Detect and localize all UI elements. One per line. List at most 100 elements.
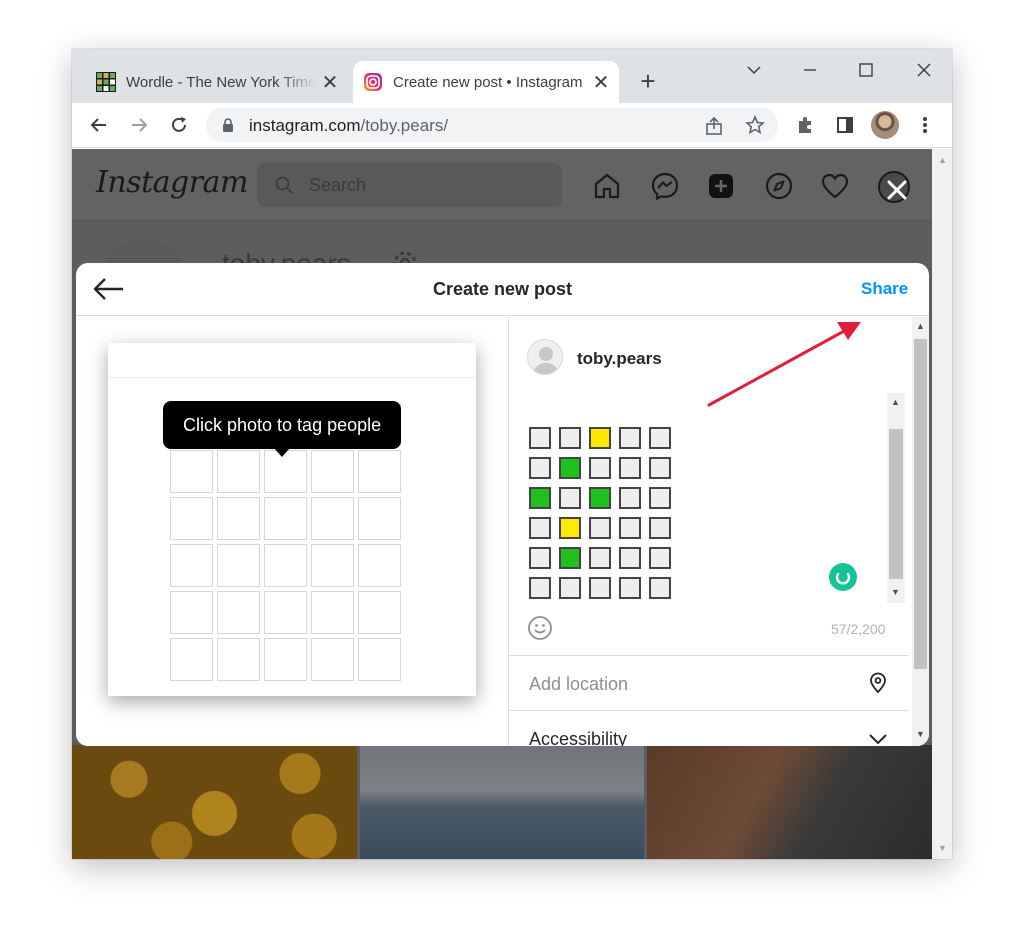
empty-grid-cell (311, 591, 354, 634)
post-thumbnail[interactable] (359, 745, 645, 859)
accessibility-label: Accessibility (529, 729, 628, 746)
minimize-icon[interactable] (790, 55, 830, 85)
scroll-up-icon[interactable]: ▲ (916, 321, 925, 331)
chevron-down-icon (869, 734, 887, 745)
location-pin-icon (870, 672, 886, 694)
post-thumbnail[interactable] (647, 745, 932, 859)
empty-grid-cell (170, 497, 213, 540)
url-path: /toby.pears/ (360, 116, 449, 135)
empty-grid-cell (217, 544, 260, 587)
back-icon[interactable] (84, 110, 114, 140)
empty-grid-cell (311, 638, 354, 681)
profile-avatar[interactable] (870, 110, 900, 140)
messenger-icon[interactable] (650, 171, 680, 201)
empty-grid-cell (358, 497, 401, 540)
empty-grid-cell (358, 450, 401, 493)
photo-preview[interactable] (108, 343, 476, 696)
empty-grid-cell (170, 638, 213, 681)
wordle-square-empty (649, 577, 671, 599)
username: toby.pears (577, 349, 662, 368)
empty-grid-cell (217, 497, 260, 540)
tag-people-tooltip: Click photo to tag people (163, 401, 402, 457)
scroll-down-icon[interactable]: ▼ (891, 587, 900, 597)
wordle-square-empty (619, 577, 641, 599)
side-panel-icon[interactable] (830, 110, 860, 140)
wordle-square-empty (589, 577, 611, 599)
share-button[interactable]: Share (861, 279, 908, 299)
add-location-input[interactable]: Add location (509, 655, 909, 711)
empty-grid-cell (217, 638, 260, 681)
lock-icon (223, 118, 233, 132)
menu-icon[interactable] (910, 110, 940, 140)
star-icon[interactable] (745, 115, 765, 135)
empty-grid-cell (217, 450, 260, 493)
share-icon[interactable] (704, 116, 724, 136)
wordle-square-empty (649, 427, 671, 449)
address-bar[interactable]: instagram.com/toby.pears/ (206, 108, 778, 142)
wordle-square-green (559, 457, 581, 479)
location-placeholder: Add location (529, 674, 629, 694)
empty-grid-cell (358, 544, 401, 587)
profile-photo-grid (72, 745, 932, 859)
grammarly-icon[interactable] (829, 563, 857, 591)
wordle-square-empty (529, 547, 551, 569)
pane-scrollbar[interactable]: ▲ ▼ (912, 317, 929, 746)
empty-grid-cell (358, 591, 401, 634)
reload-icon[interactable] (164, 110, 194, 140)
home-icon[interactable] (592, 171, 622, 201)
new-tab-button[interactable]: + (634, 66, 662, 96)
scroll-up-icon[interactable]: ▲ (891, 397, 900, 407)
tab-strip: Wordle - The New York Times ✕ Create new… (72, 49, 952, 103)
wordle-square-empty (619, 457, 641, 479)
maximize-icon[interactable] (846, 55, 886, 85)
empty-grid-cell (358, 638, 401, 681)
wordle-square-empty (649, 457, 671, 479)
search-icon (275, 176, 293, 194)
tab-search-icon[interactable] (734, 55, 774, 85)
explore-icon[interactable] (764, 171, 794, 201)
empty-grid-cell (264, 544, 307, 587)
scrollbar-thumb[interactable] (889, 429, 903, 579)
wordle-square-empty (559, 427, 581, 449)
scroll-up-icon[interactable]: ▲ (938, 155, 947, 165)
browser-window: Wordle - The New York Times ✕ Create new… (72, 49, 952, 859)
tab-wordle[interactable]: Wordle - The New York Times ✕ (86, 61, 348, 103)
forward-icon[interactable] (124, 110, 154, 140)
search-input[interactable]: Search (257, 163, 562, 207)
empty-grid-cell (170, 450, 213, 493)
wordle-result-grid (529, 427, 671, 599)
wordle-square-green (529, 487, 551, 509)
tab-title: Create new post • Instagram (393, 73, 583, 91)
tab-instagram[interactable]: Create new post • Instagram ✕ (353, 61, 619, 103)
wordle-square-green (559, 547, 581, 569)
wordle-square-yellow (589, 427, 611, 449)
wordle-square-empty (529, 517, 551, 539)
instagram-logo[interactable]: Instagram (96, 165, 248, 200)
wordle-square-empty (589, 457, 611, 479)
scrollbar-thumb[interactable] (914, 339, 927, 669)
wordle-square-empty (529, 457, 551, 479)
extensions-icon[interactable] (790, 110, 820, 140)
tab-title: Wordle - The New York Times (126, 73, 316, 91)
url-domain: instagram.com (249, 116, 361, 135)
wordle-square-empty (559, 577, 581, 599)
wordle-square-yellow (559, 517, 581, 539)
post-thumbnail[interactable] (72, 745, 357, 859)
close-icon[interactable] (904, 55, 944, 85)
wordle-square-empty (589, 517, 611, 539)
close-tab-icon[interactable]: ✕ (587, 68, 615, 96)
caption-scrollbar[interactable]: ▲ ▼ (887, 393, 905, 603)
close-tab-icon[interactable]: ✕ (316, 68, 344, 96)
empty-grid-cell (311, 544, 354, 587)
accessibility-section[interactable]: Accessibility (509, 711, 909, 746)
url-text: instagram.com/toby.pears/ (249, 116, 448, 136)
page-scrollbar[interactable]: ▲ ▼ (932, 149, 952, 859)
heart-icon[interactable] (820, 171, 850, 201)
scroll-down-icon[interactable]: ▼ (938, 843, 947, 853)
empty-grid-cell (264, 638, 307, 681)
close-modal-icon[interactable] (880, 173, 914, 207)
empty-grid-cell (311, 450, 354, 493)
emoji-icon[interactable] (527, 615, 553, 641)
new-post-icon[interactable] (706, 171, 736, 201)
scroll-down-icon[interactable]: ▼ (916, 729, 925, 739)
